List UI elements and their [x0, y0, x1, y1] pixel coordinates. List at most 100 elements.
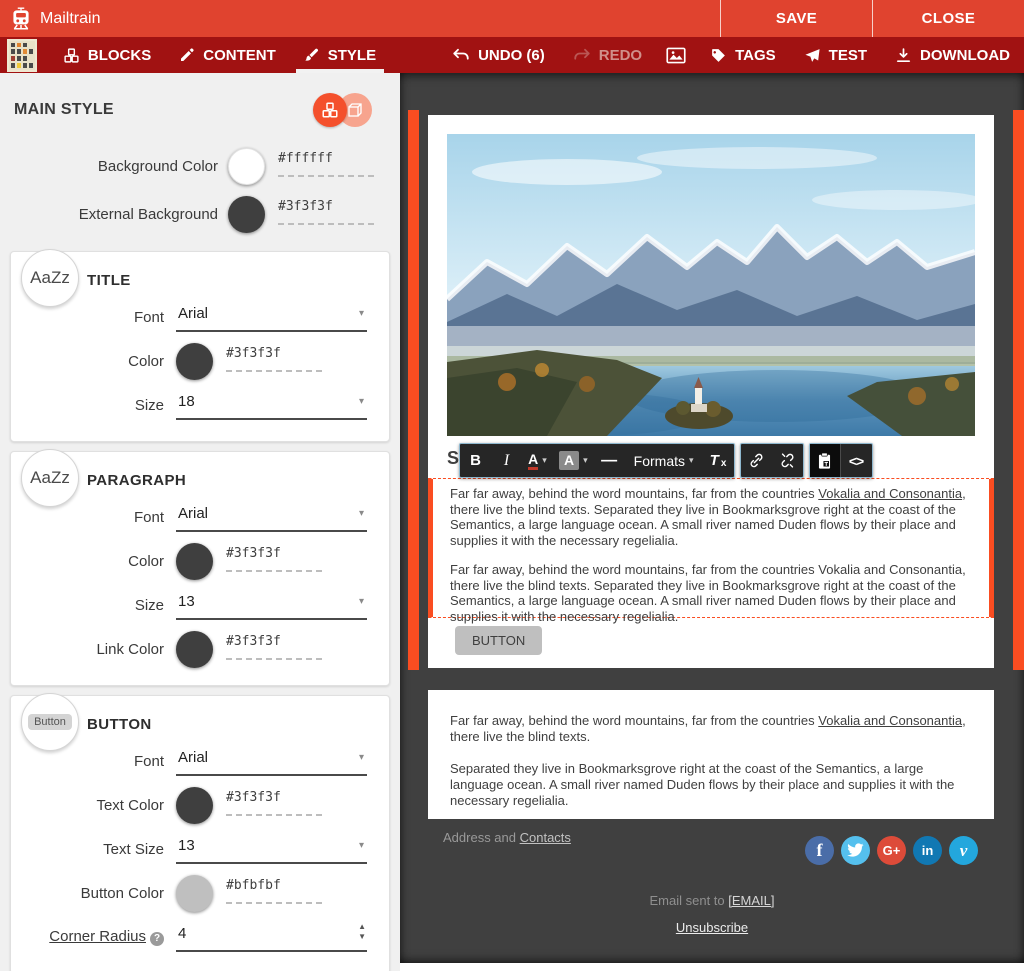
image-gallery-button[interactable]: [656, 37, 696, 73]
google-plus-icon[interactable]: G+: [877, 836, 906, 865]
redo-button[interactable]: REDO: [559, 37, 656, 73]
external-background-hex-field[interactable]: #3f3f3f: [278, 196, 374, 225]
facebook-icon[interactable]: f: [805, 836, 834, 865]
paragraph-font-select[interactable]: Arial: [176, 502, 367, 532]
google-plus-glyph: G+: [883, 843, 901, 858]
redo-icon: [573, 47, 591, 63]
background-color-hex-field[interactable]: #ffffff: [278, 148, 374, 177]
title-color-hex-field[interactable]: #3f3f3f: [226, 343, 322, 372]
help-icon[interactable]: ?: [150, 932, 164, 946]
corner-radius-input[interactable]: 4: [176, 922, 367, 952]
email-block-text[interactable]: Far far away, behind the word mountains,…: [428, 690, 994, 819]
email-token-link[interactable]: [EMAIL]: [728, 893, 774, 908]
lake-bled-photo[interactable]: [447, 134, 975, 436]
tab-blocks[interactable]: BLOCKS: [49, 37, 165, 73]
unsubscribe-link[interactable]: Unsubscribe: [676, 920, 748, 935]
save-button[interactable]: SAVE: [720, 0, 872, 37]
tab-style[interactable]: STYLE: [290, 37, 390, 73]
close-button[interactable]: CLOSE: [872, 0, 1024, 37]
structure-blocks-toggle[interactable]: [313, 93, 347, 127]
title-size-select[interactable]: 18: [176, 390, 367, 420]
code-icon: <>: [849, 453, 863, 469]
formats-label: Formats: [634, 453, 685, 469]
spinner-down-icon[interactable]: ▼: [358, 932, 366, 942]
twitter-icon[interactable]: [841, 836, 870, 865]
paragraph-size-label: Size: [11, 597, 176, 614]
background-color-swatch[interactable]: [228, 148, 265, 185]
button-text-color-swatch[interactable]: [176, 787, 213, 824]
tab-style-label: STYLE: [328, 47, 376, 64]
linkedin-glyph: in: [922, 843, 934, 858]
paragraph-link-color-hex-field[interactable]: #3f3f3f: [226, 631, 322, 660]
chevron-down-icon: ▾: [583, 455, 588, 466]
app-title: Mailtrain: [40, 10, 100, 28]
linkedin-icon[interactable]: in: [913, 836, 942, 865]
horizontal-rule-button[interactable]: —: [594, 444, 625, 477]
button-font-select[interactable]: Arial: [176, 746, 367, 776]
button-color-label: Button Color: [11, 885, 176, 902]
paragraph-color-hex: #3f3f3f: [226, 546, 322, 561]
hex-underline: [226, 902, 322, 904]
paragraph-card-heading: PARAGRAPH: [87, 472, 389, 489]
download-icon: [895, 47, 912, 64]
vimeo-icon[interactable]: v: [949, 836, 978, 865]
hex-underline: [226, 814, 322, 816]
external-background-swatch[interactable]: [228, 196, 265, 233]
spinner-up-icon[interactable]: ▲: [358, 922, 366, 932]
button-text-size-select[interactable]: 13: [176, 834, 367, 864]
external-background-row: External Background #3f3f3f: [0, 193, 400, 235]
paragraph-link-color-swatch[interactable]: [176, 631, 213, 668]
paragraph-style-card: AaZz PARAGRAPH Font Arial ▾ Color #3f3f3…: [10, 451, 390, 686]
background-color-button[interactable]: A ▾: [553, 444, 594, 477]
chevron-down-icon: ▾: [689, 455, 694, 466]
chevron-down-icon: ▾: [359, 840, 364, 851]
title-color-swatch[interactable]: [176, 343, 213, 380]
undo-button[interactable]: UNDO (6): [438, 37, 559, 73]
paragraph-color-hex-field[interactable]: #3f3f3f: [226, 543, 322, 572]
italic-button[interactable]: I: [491, 444, 522, 477]
paragraph-size-select[interactable]: 13: [176, 590, 367, 620]
vokalia-link[interactable]: Vokalia and Consonantia: [818, 486, 962, 501]
title-style-card: AaZz TITLE Font Arial ▾ Color #3f3f3f Si…: [10, 251, 390, 442]
tab-content[interactable]: CONTENT: [165, 37, 290, 73]
bold-button[interactable]: B: [460, 444, 491, 477]
vokalia-link[interactable]: Vokalia and Consonantia: [818, 713, 962, 728]
email-sent-line: Email sent to [EMAIL]: [400, 893, 1024, 908]
chevron-down-icon: ▾: [359, 396, 364, 407]
remove-link-button[interactable]: [772, 444, 803, 477]
button-color-hex-field[interactable]: #bfbfbf: [226, 875, 322, 904]
title-font-label: Font: [11, 309, 176, 326]
insert-link-button[interactable]: [741, 444, 772, 477]
download-button[interactable]: DOWNLOAD: [881, 37, 1024, 73]
spinner-arrows[interactable]: ▲ ▼: [358, 922, 366, 943]
button-text-color-hex-field[interactable]: #3f3f3f: [226, 787, 322, 816]
button-color-swatch[interactable]: [176, 875, 213, 912]
background-color-row: Background Color #ffffff: [0, 145, 400, 187]
formats-dropdown[interactable]: Formats ▾: [625, 444, 703, 477]
style-panel: MAIN STYLE Background Color #ffffff: [0, 73, 400, 971]
paragraph-2: Separated they live in Bookmarksgrove ri…: [450, 761, 972, 809]
paragraph-1: Far far away, behind the word mountains,…: [450, 486, 972, 548]
unlink-icon: [779, 452, 796, 469]
contacts-link[interactable]: Contacts: [520, 830, 571, 845]
text-color-button[interactable]: A ▾: [522, 444, 553, 477]
paste-as-text-button[interactable]: [810, 444, 841, 477]
button-text-color-hex: #3f3f3f: [226, 790, 322, 805]
email-cta-button[interactable]: BUTTON: [455, 626, 542, 655]
paragraph-color-swatch[interactable]: [176, 543, 213, 580]
clear-formatting-button[interactable]: Tx: [703, 444, 734, 477]
paper-plane-icon: [804, 47, 821, 64]
chevron-down-icon: ▾: [542, 455, 547, 466]
block-selection-handle-right: [1013, 110, 1024, 670]
hex-underline: [226, 570, 322, 572]
title-font-select[interactable]: Arial: [176, 302, 367, 332]
app-brand[interactable]: Mailtrain: [0, 0, 720, 37]
test-button[interactable]: TEST: [790, 37, 881, 73]
brush-icon: [304, 47, 320, 63]
undo-icon: [452, 47, 470, 63]
editable-text-block[interactable]: Far far away, behind the word mountains,…: [428, 478, 994, 618]
source-code-button[interactable]: <>: [841, 444, 872, 477]
pencil-icon: [179, 47, 195, 63]
sent-text: Email sent to: [649, 893, 728, 908]
tags-button[interactable]: TAGS: [696, 37, 790, 73]
